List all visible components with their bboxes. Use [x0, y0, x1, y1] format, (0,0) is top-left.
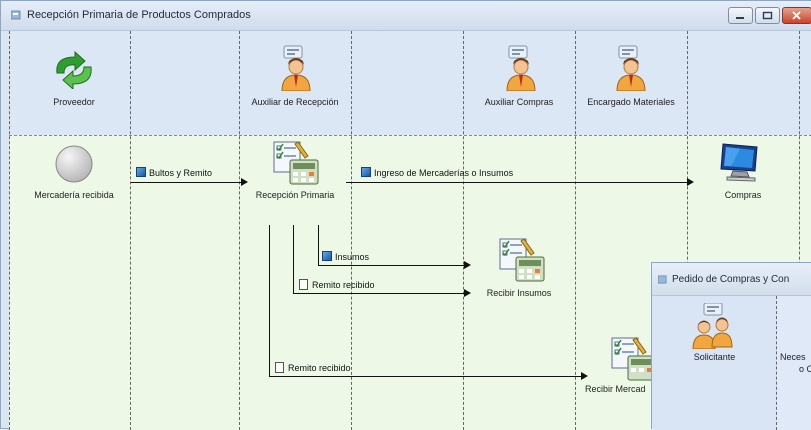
person-icon[interactable]	[274, 45, 318, 91]
flow-connector[interactable]	[269, 225, 270, 376]
close-button[interactable]	[782, 7, 811, 24]
people-icon[interactable]	[690, 303, 736, 349]
flow-arrow[interactable]	[269, 376, 581, 377]
lane-divider	[463, 31, 464, 430]
document-icon	[275, 362, 284, 373]
flow-connector[interactable]	[293, 225, 294, 293]
close-icon	[792, 11, 801, 20]
arrowhead	[464, 289, 471, 297]
lane-label-auxiliar-compras: Auxiliar Compras	[484, 97, 554, 107]
lane-divider	[239, 31, 240, 430]
edge-label-insumos: Insumos	[322, 251, 369, 262]
lane-divider	[575, 31, 576, 430]
node-label-compras: Compras	[724, 190, 762, 200]
node-label-recibir-mercad: Recibir Mercad	[585, 384, 646, 394]
person-icon[interactable]	[499, 45, 543, 91]
cube-icon	[136, 167, 146, 177]
lane-divider	[776, 296, 777, 430]
task-form-icon[interactable]	[498, 237, 546, 283]
person-icon[interactable]	[609, 45, 653, 91]
lane-divider	[130, 31, 131, 430]
computer-icon[interactable]	[717, 141, 763, 183]
app-icon	[658, 275, 667, 284]
arrowhead	[464, 261, 471, 269]
edge-text: Insumos	[335, 252, 370, 262]
lane-divider	[9, 31, 10, 430]
lane-label-encargado-materiales: Encargado Materiales	[587, 97, 675, 107]
edge-label-remito-recibido: Remito recibido	[275, 362, 351, 373]
lane-label-proveedor: Proveedor	[53, 97, 95, 107]
maximize-icon	[762, 11, 773, 20]
flow-connector[interactable]	[318, 225, 319, 265]
partial-label-line1: Neces	[780, 352, 806, 362]
flow-arrow[interactable]	[131, 182, 241, 183]
app-icon	[11, 10, 21, 20]
edge-label-bultos-remito: Bultos y Remito	[136, 167, 212, 178]
node-label-mercaderia-recibida: Mercadería recibida	[34, 190, 114, 200]
arrowhead	[581, 372, 588, 380]
lane-label-auxiliar-recepcion: Auxiliar de Recepción	[251, 97, 339, 107]
edge-text: Ingreso de Mercaderías o Insumos	[374, 168, 514, 178]
header-divider	[9, 135, 811, 136]
document-icon	[299, 279, 308, 290]
lane-divider	[351, 31, 352, 430]
node-label-recibir-insumos: Recibir Insumos	[486, 288, 552, 298]
node-label-recepcion-primaria: Recepción Primaria	[255, 190, 335, 200]
edge-text: Remito recibido	[312, 280, 375, 290]
arrowhead	[241, 178, 248, 186]
arrowhead	[687, 178, 694, 186]
recycle-icon[interactable]	[49, 51, 99, 89]
sub-lane-label-solicitante: Solicitante	[693, 352, 736, 362]
partial-label-line2: o C	[799, 364, 811, 374]
edge-text: Remito recibido	[288, 363, 351, 373]
edge-text: Bultos y Remito	[149, 168, 213, 178]
edge-label-remito-recibido: Remito recibido	[299, 279, 375, 290]
cube-icon	[322, 251, 332, 261]
sub-window-pedido-compras[interactable]: Pedido de Compras y Con Solicitante Nece…	[651, 262, 811, 430]
title-bar[interactable]: Recepción Primaria de Productos Comprado…	[1, 1, 811, 31]
minimize-button[interactable]	[728, 7, 753, 24]
task-form-icon[interactable]	[272, 140, 320, 186]
sub-window-title-bar[interactable]: Pedido de Compras y Con	[652, 263, 811, 296]
maximize-button[interactable]	[755, 7, 780, 24]
minimize-icon	[736, 17, 744, 19]
flow-arrow[interactable]	[318, 265, 464, 266]
start-event-circle[interactable]	[54, 144, 94, 184]
flow-arrow[interactable]	[346, 182, 687, 183]
cube-icon	[361, 167, 371, 177]
sub-window-title: Pedido de Compras y Con	[672, 274, 790, 285]
edge-label-ingreso: Ingreso de Mercaderías o Insumos	[361, 167, 513, 178]
window-title: Recepción Primaria de Productos Comprado…	[27, 9, 251, 21]
flow-arrow[interactable]	[293, 293, 464, 294]
